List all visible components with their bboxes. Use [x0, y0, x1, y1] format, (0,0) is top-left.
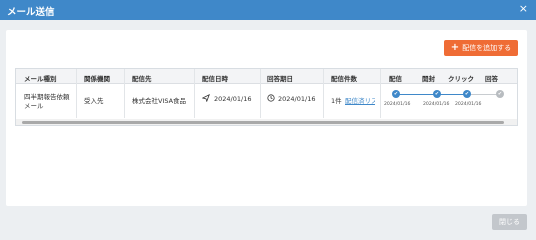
- header-status-open: 開封: [422, 75, 435, 83]
- header-status-click: クリック: [448, 75, 474, 83]
- header-mail-type: メール種別: [24, 75, 57, 83]
- cell-mail-type: 四半期報告依頼メール: [24, 93, 70, 110]
- header-sent-at: 配信日時: [202, 75, 228, 83]
- cell-sent-at: 2024/01/16: [214, 95, 252, 103]
- cell-due-date: 2024/01/16: [278, 95, 316, 103]
- header-agency: 関係機関: [84, 75, 110, 83]
- cell-recipient: 株式会社VISA食品: [132, 97, 187, 105]
- header-due-date: 回答期日: [267, 75, 293, 83]
- status-check-icon: ✔: [392, 90, 400, 98]
- header-status-answer: 回答: [485, 75, 498, 83]
- horizontal-scrollbar[interactable]: [16, 119, 517, 125]
- status-progress-line: [396, 94, 434, 95]
- status-check-icon: ✔: [463, 90, 471, 98]
- table-header: メール種別 関係機関 配信先 配信日時 回答期日 配信件数 配信 開封 クリック…: [16, 69, 517, 84]
- header-count: 配信件数: [331, 75, 357, 83]
- add-delivery-label: 配信を追加する: [462, 44, 512, 52]
- clock-icon: [267, 94, 275, 104]
- close-button[interactable]: 閉じる: [492, 214, 527, 230]
- modal-header: メール送信 ×: [0, 0, 536, 20]
- content-panel: + 配信を追加する メール種別 関係機関 配信先 配信日時 回答期日 配信件数 …: [6, 30, 527, 206]
- status-check-icon: ✔: [496, 90, 504, 98]
- paper-plane-icon: [201, 93, 210, 104]
- status-sent-date: 2024/01/16: [384, 102, 411, 107]
- cell-count: 1件: [331, 97, 342, 105]
- cell-agency: 受入先: [84, 97, 104, 105]
- header-recipient: 配信先: [132, 75, 152, 83]
- delivery-table: メール種別 関係機関 配信先 配信日時 回答期日 配信件数 配信 開封 クリック…: [15, 68, 518, 126]
- close-icon[interactable]: ×: [519, 3, 528, 15]
- modal-title: メール送信: [7, 7, 55, 18]
- status-click-date: 2024/01/16: [455, 102, 482, 107]
- table-row[interactable]: 四半期報告依頼メール 受入先 株式会社VISA食品 2024/01/16 202…: [16, 84, 517, 118]
- header-status-sent: 配信: [389, 75, 402, 83]
- add-delivery-button[interactable]: + 配信を追加する: [444, 40, 518, 56]
- scrollbar-thumb[interactable]: [22, 121, 504, 124]
- status-open-date: 2024/01/16: [423, 102, 450, 107]
- status-check-icon: ✔: [433, 90, 441, 98]
- delivered-list-link[interactable]: 配信済リスト: [345, 95, 375, 105]
- plus-icon: +: [450, 42, 460, 53]
